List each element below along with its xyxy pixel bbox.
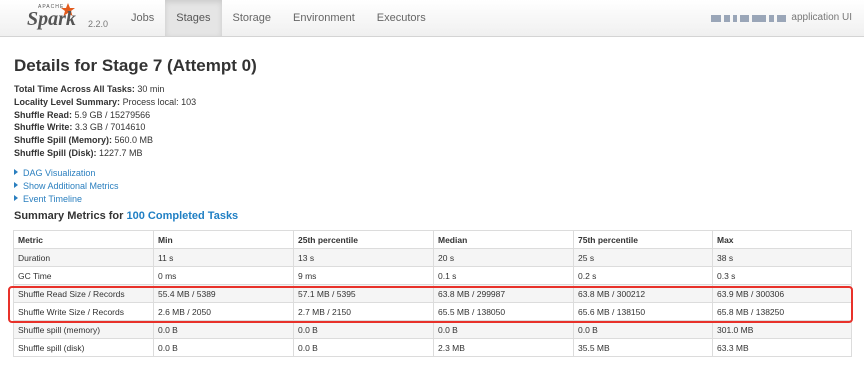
table-cell: GC Time [13,266,154,285]
table-cell: 20 s [433,248,574,267]
show-additional-metrics-link[interactable]: Show Additional Metrics [14,180,119,193]
table-cell: 13 s [293,248,434,267]
completed-tasks-link[interactable]: 100 Completed Tasks [127,210,239,222]
table-header-row: Metric Min 25th percentile Median 75th p… [13,230,852,249]
table-cell: 9 ms [293,266,434,285]
tab-jobs[interactable]: Jobs [120,0,165,36]
table-row: Shuffle spill (memory) 0.0 B 0.0 B 0.0 B… [13,320,852,339]
application-title: application UI [711,0,852,36]
tab-storage[interactable]: Storage [222,0,283,36]
event-timeline-link[interactable]: Event Timeline [14,193,119,206]
table-cell: 2.6 MB / 2050 [153,302,294,321]
table-cell: 0.0 B [573,320,713,339]
table-cell: 35.5 MB [573,338,713,357]
column-header[interactable]: Median [433,230,574,249]
table-cell: 0.0 B [293,338,434,357]
table-cell: Shuffle Read Size / Records [13,284,154,303]
table-cell: 65.8 MB / 138250 [712,302,852,321]
summary-metrics-table: Metric Min 25th percentile Median 75th p… [13,230,852,357]
redacted-text [711,14,722,22]
table-cell: 55.4 MB / 5389 [153,284,294,303]
column-header[interactable]: Max [712,230,852,249]
summary-shuffle-read: Shuffle Read: 5.9 GB / 15279566 [14,109,151,120]
redacted-text [724,14,731,22]
table-cell: 0.3 s [712,266,852,285]
redacted-text [769,14,775,22]
table-cell: 0.0 B [293,320,434,339]
page-title: Details for Stage 7 (Attempt 0) [14,56,257,75]
redacted-text [752,14,767,22]
table-cell: Duration [13,248,154,267]
spark-logo[interactable]: APACHE Spark 2.2.0 [22,2,112,34]
triangle-right-icon [14,194,18,201]
table-row: GC Time 0 ms 9 ms 0.1 s 0.2 s 0.3 s [13,266,852,285]
tab-environment[interactable]: Environment [282,0,366,36]
expandable-links: DAG Visualization Show Additional Metric… [14,167,119,205]
table-cell: 65.6 MB / 138150 [573,302,713,321]
column-header[interactable]: Min [153,230,294,249]
table-cell: 63.8 MB / 300212 [573,284,713,303]
table-cell: 0.0 B [153,320,294,339]
redacted-text [777,14,787,22]
table-cell: 38 s [712,248,852,267]
table-cell: 25 s [573,248,713,267]
table-cell: 301.0 MB [712,320,852,339]
table-row: Shuffle spill (disk) 0.0 B 0.0 B 2.3 MB … [13,338,852,357]
stage-summary-list: Total Time Across All Tasks: 30 min Loca… [14,83,196,160]
table-cell: 2.3 MB [433,338,574,357]
table-cell: 57.1 MB / 5395 [293,284,434,303]
summary-shuffle-write: Shuffle Write: 3.3 GB / 7014610 [14,122,146,133]
table-cell: Shuffle spill (disk) [13,338,154,357]
triangle-right-icon [14,169,18,175]
table-cell: 0.0 B [153,338,294,357]
summary-spill-disk: Shuffle Spill (Disk): 1227.7 MB [14,147,143,158]
table-cell: 11 s [153,248,294,267]
tab-executors[interactable]: Executors [366,0,437,36]
table-cell: Shuffle spill (memory) [13,320,154,339]
table-cell: 63.8 MB / 299987 [433,284,574,303]
brand-spark-label: Spark [27,8,76,30]
summary-locality: Locality Level Summary: Process local: 1… [14,96,197,107]
table-cell: 2.7 MB / 2150 [293,302,434,321]
table-cell: 65.5 MB / 138050 [433,302,574,321]
summary-total-time: Total Time Across All Tasks: 30 min [14,84,165,94]
table-cell: 63.9 MB / 300306 [712,284,852,303]
column-header[interactable]: 25th percentile [293,230,434,249]
top-navbar: APACHE Spark 2.2.0 Jobs Stages Storage E… [0,0,864,37]
table-cell: 0.0 B [433,320,574,339]
redacted-text [740,14,750,22]
application-title-text: application UI [791,12,852,23]
table-cell: 63.3 MB [712,338,852,357]
table-row: Duration 11 s 13 s 20 s 25 s 38 s [13,248,852,267]
table-row: Shuffle Write Size / Records 2.6 MB / 20… [13,302,852,321]
table-cell: 0.2 s [573,266,713,285]
summary-metrics-heading: Summary Metrics for 100 Completed Tasks [14,210,239,222]
spark-version: 2.2.0 [88,19,109,29]
column-header[interactable]: Metric [13,230,154,249]
dag-visualization-link[interactable]: DAG Visualization [14,167,119,180]
table-cell: Shuffle Write Size / Records [13,302,154,321]
tab-stages[interactable]: Stages [165,0,222,36]
nav-tabs: Jobs Stages Storage Environment Executor… [120,0,437,36]
table-row: Shuffle Read Size / Records 55.4 MB / 53… [13,284,852,303]
summary-spill-memory: Shuffle Spill (Memory): 560.0 MB [14,135,154,146]
redacted-text [733,14,738,22]
column-header[interactable]: 75th percentile [573,230,713,249]
triangle-right-icon [14,181,18,188]
table-cell: 0 ms [153,266,294,285]
table-cell: 0.1 s [433,266,574,285]
